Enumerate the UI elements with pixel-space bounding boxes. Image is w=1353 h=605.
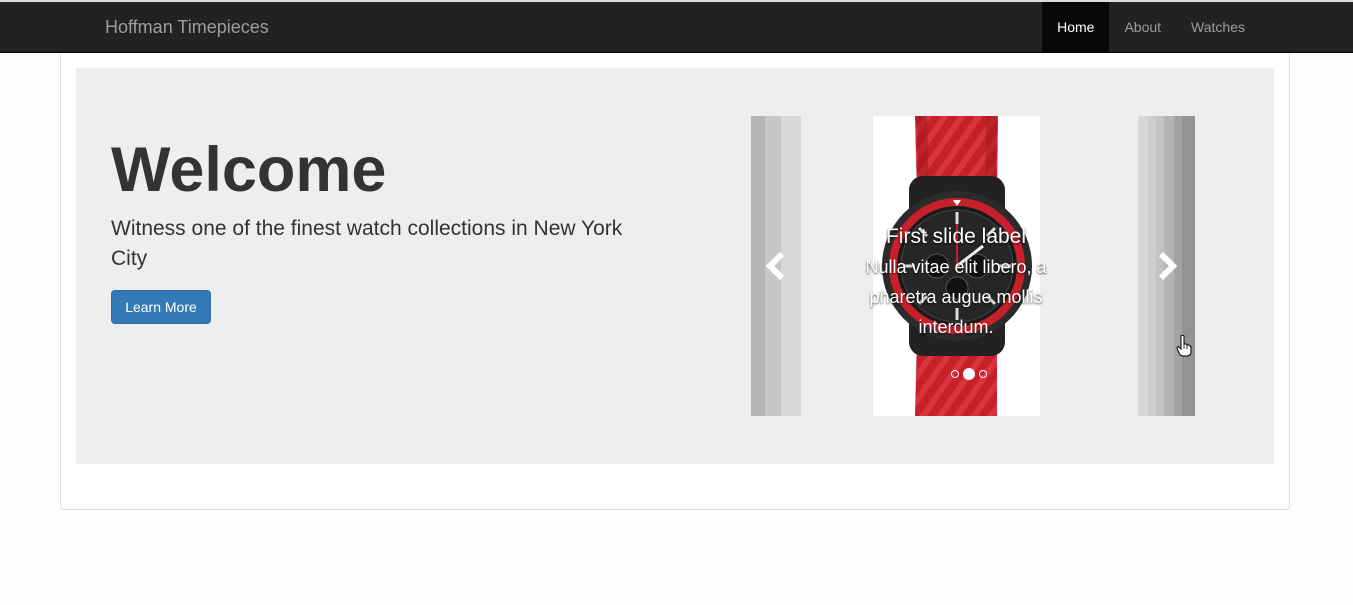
slide-caption-title: First slide label (885, 225, 1027, 248)
chevron-right-icon (1156, 251, 1178, 281)
nav-item-watches[interactable]: Watches (1176, 2, 1260, 52)
hero-subtitle: Witness one of the finest watch collecti… (111, 217, 623, 270)
navbar: Hoffman Timepieces Home About Watches (0, 0, 1353, 53)
carousel-indicator-3[interactable] (979, 370, 987, 378)
nav-menu: Home About Watches (1042, 2, 1260, 52)
watch-carousel: First slide label Nulla vitae elit liber… (751, 116, 1195, 416)
chevron-left-icon (765, 251, 787, 281)
nav-item-about[interactable]: About (1109, 2, 1176, 52)
slide-caption-text: Nulla vitae elit libero, a pharetra augu… (865, 257, 1047, 337)
slide-caption: First slide label Nulla vitae elit liber… (843, 222, 1069, 342)
carousel-indicator-2[interactable] (963, 368, 975, 380)
navbar-brand[interactable]: Hoffman Timepieces (105, 17, 269, 37)
hero-title: Welcome (111, 135, 387, 205)
nav-item-home[interactable]: Home (1042, 2, 1110, 52)
carousel-indicator-1[interactable] (951, 370, 959, 378)
learn-more-button[interactable]: Learn More (111, 290, 211, 324)
carousel-indicators (951, 368, 987, 380)
carousel-next-button[interactable] (1138, 116, 1195, 416)
hand-pointer-cursor-icon (1176, 334, 1192, 362)
carousel-prev-button[interactable] (751, 116, 801, 416)
